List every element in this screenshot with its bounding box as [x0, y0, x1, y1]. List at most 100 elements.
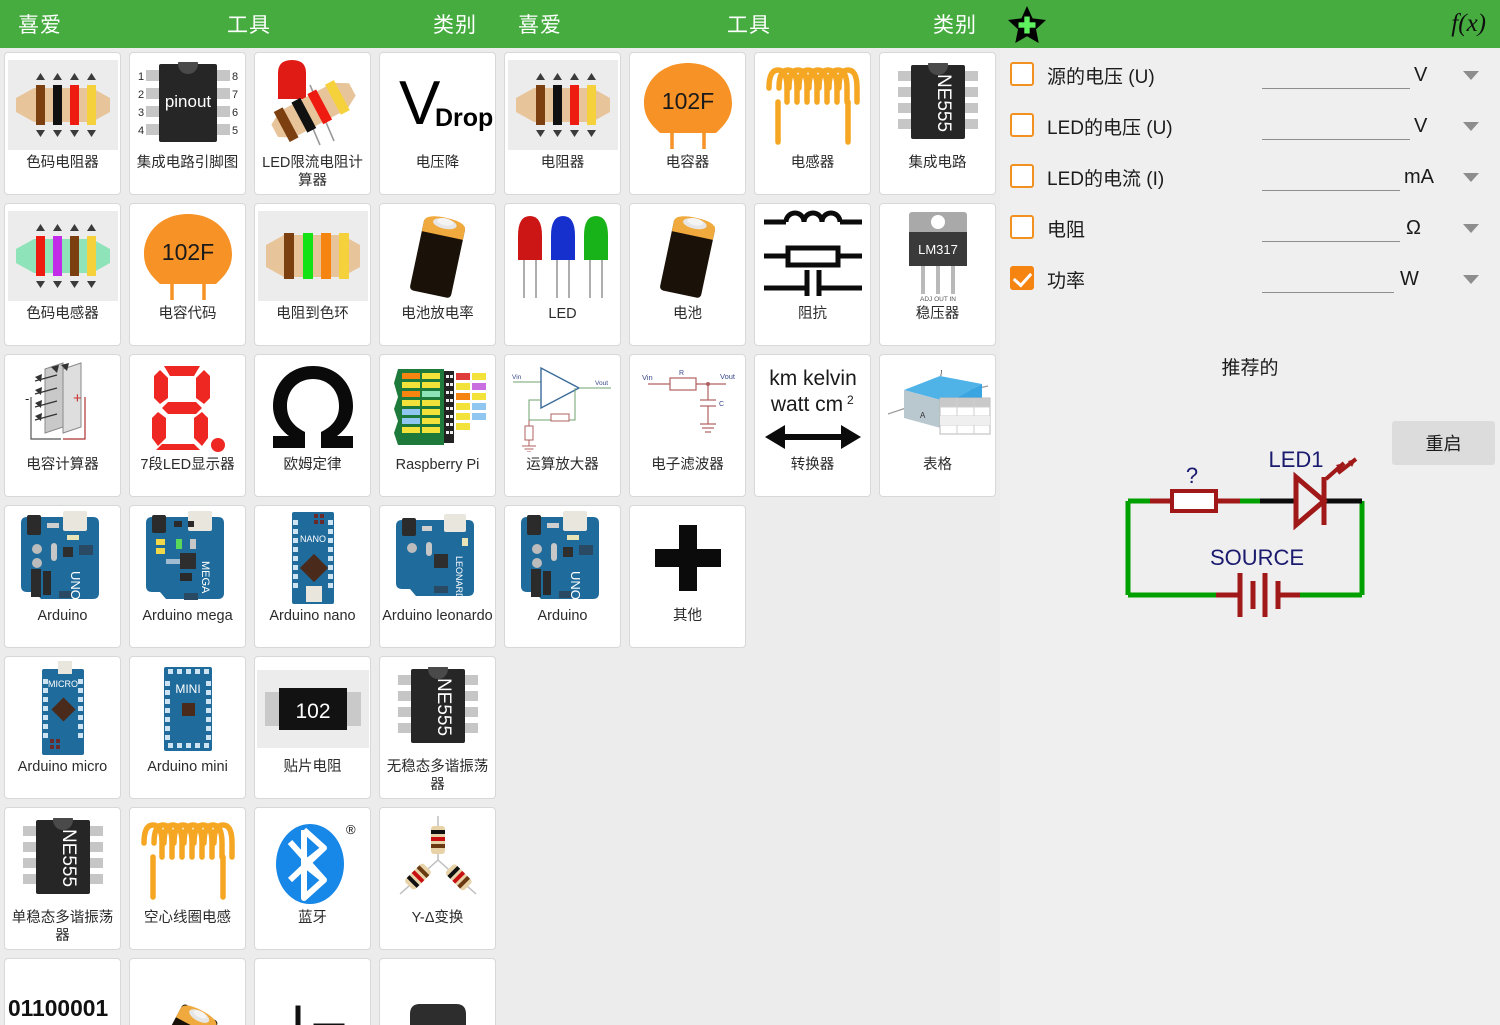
card-seven-segment-display[interactable]: 7段LED显示器	[129, 354, 246, 497]
card-led-resistor-calculator[interactable]: LED限流电阻计算器	[254, 52, 371, 195]
card-arduino-mega[interactable]: MEGA Arduino mega	[129, 505, 246, 648]
input-led-voltage[interactable]	[1262, 113, 1410, 140]
card-arduino-mini[interactable]: MINI Arduino mini	[129, 656, 246, 799]
card-arduino-leonardo[interactable]: LEONARDO Arduino leonardo	[379, 505, 496, 648]
battery-icon	[130, 965, 245, 1025]
impedance-icon	[755, 204, 870, 308]
svg-text:LM317: LM317	[918, 242, 958, 257]
svg-text:3: 3	[138, 107, 144, 119]
card-label: Arduino mega	[142, 608, 233, 624]
card-label: Arduino mini	[147, 759, 228, 775]
card-raspberry-pi[interactable]: Raspberry Pi	[379, 354, 496, 497]
seven-segment-icon	[130, 355, 245, 459]
star-plus-icon[interactable]	[1006, 4, 1048, 46]
card-bluetooth[interactable]: ® 蓝牙	[254, 807, 371, 950]
schematic-icon	[255, 965, 370, 1025]
card-op-amp[interactable]: Vin Vout 运算放大器	[504, 354, 621, 497]
middle-categories-panel: 电阻器 102F 电容器 电感器 NE555 集成电路 LED 电池 阻抗 LM…	[500, 48, 1000, 1025]
inductor-color-code-icon	[5, 204, 120, 308]
card-resistor-color-code[interactable]: 色码电阻器	[4, 52, 121, 195]
card-ohms-law[interactable]: 欧姆定律	[254, 354, 371, 497]
card-binary-converter[interactable]: 01100001 01110011	[4, 958, 121, 1025]
svg-text:A: A	[920, 411, 926, 420]
inductor-icon	[755, 53, 870, 157]
unit-dropdown-led-voltage[interactable]	[1458, 101, 1484, 152]
card-voltage-regulator[interactable]: LM317 ADJ OUT IN 稳压器	[879, 203, 996, 346]
restart-button[interactable]: 重启	[1392, 421, 1495, 465]
checkbox-source-voltage[interactable]	[1010, 62, 1034, 86]
card-led[interactable]: LED	[504, 203, 621, 346]
card-label: 其他	[673, 608, 702, 624]
arduino-mini-icon: MINI	[130, 657, 245, 761]
card-capacitor-code[interactable]: 102F 电容代码	[129, 203, 246, 346]
tab-favorites-left[interactable]: 喜爱	[18, 0, 62, 48]
checkbox-power[interactable]	[1010, 266, 1034, 290]
card-smd-resistor[interactable]: 102 贴片电阻	[254, 656, 371, 799]
arduino-nano-icon: NANO	[255, 506, 370, 610]
card-battery[interactable]: 电池	[629, 203, 746, 346]
card-inductor[interactable]: 电感器	[754, 52, 871, 195]
card-integrated-circuit[interactable]: NE555 集成电路	[879, 52, 996, 195]
card-label: 单稳态多谐振荡器	[11, 910, 114, 944]
input-resistance[interactable]	[1262, 215, 1400, 242]
unit-dropdown-source-voltage[interactable]	[1458, 50, 1484, 101]
checkbox-resistance[interactable]	[1010, 215, 1034, 239]
tab-group-left: 喜爱 工具 类别	[0, 0, 500, 48]
calculator-panel: 源的电压 (U) V LED的电压 (U) V LED的电流 (I) mA 电阻	[1000, 48, 1500, 1025]
unit-dropdown-power[interactable]	[1458, 254, 1484, 305]
card-arduino-nano[interactable]: NANO Arduino nano	[254, 505, 371, 648]
card-inductor-color-code[interactable]: 色码电感器	[4, 203, 121, 346]
function-fx-button[interactable]: f(x)	[1451, 0, 1486, 48]
card-arduino-uno[interactable]: UNO Arduino	[4, 505, 121, 648]
input-source-voltage[interactable]	[1262, 62, 1410, 89]
integrated-circuit-icon: NE555	[880, 53, 995, 157]
unit-dropdown-resistance[interactable]	[1458, 203, 1484, 254]
card-battery-discharge[interactable]: 电池放电率	[379, 203, 496, 346]
card-arduino[interactable]: UNO Arduino	[504, 505, 621, 648]
card-battery-bottom[interactable]	[129, 958, 246, 1025]
card-schematic-bottom[interactable]	[254, 958, 371, 1025]
chip-icon	[380, 965, 495, 1025]
input-led-current[interactable]	[1262, 164, 1400, 191]
card-arduino-micro[interactable]: MICRO Arduino micro	[4, 656, 121, 799]
tab-categories-left[interactable]: 类别	[433, 0, 477, 48]
svg-text:Vout: Vout	[720, 372, 736, 381]
svg-text:NE555: NE555	[933, 74, 954, 132]
arduino-micro-icon: MICRO	[5, 657, 120, 761]
card-ic-pinout[interactable]: 1 2 3 4 8 7 6 5 pinout 集成电路引脚图	[129, 52, 246, 195]
card-label: 欧姆定律	[283, 457, 342, 473]
svg-text:5: 5	[232, 125, 238, 137]
svg-text:km kelvin: km kelvin	[769, 367, 857, 390]
card-table[interactable]: A l 表格	[879, 354, 996, 497]
input-power[interactable]	[1262, 266, 1394, 293]
card-label: 空心线圈电感	[144, 910, 231, 926]
card-other[interactable]: 其他	[629, 505, 746, 648]
svg-text:Drop: Drop	[435, 104, 493, 132]
card-impedance[interactable]: 阻抗	[754, 203, 871, 346]
tab-tools-right[interactable]: 工具	[727, 0, 771, 48]
checkbox-led-current[interactable]	[1010, 164, 1034, 188]
card-astable-multivibrator[interactable]: NE555 无稳态多谐振荡器	[379, 656, 496, 799]
card-converter[interactable]: km kelvin watt cm 2 转换器	[754, 354, 871, 497]
card-resistor[interactable]: 电阻器	[504, 52, 621, 195]
tab-favorites-right[interactable]: 喜爱	[518, 0, 562, 48]
card-chip-bottom[interactable]	[379, 958, 496, 1025]
svg-text:®: ®	[346, 822, 356, 837]
capacitance-calculator-icon: - +	[5, 355, 120, 459]
tab-categories-right[interactable]: 类别	[933, 0, 977, 48]
card-wye-delta-transform[interactable]: Y-Δ变换	[379, 807, 496, 950]
card-capacitor[interactable]: 102F 电容器	[629, 52, 746, 195]
card-voltage-drop[interactable]: V Drop 电压降	[379, 52, 496, 195]
unit-dropdown-led-current[interactable]	[1458, 152, 1484, 203]
led-resistor-icon	[255, 53, 370, 157]
tab-tools-left[interactable]: 工具	[227, 0, 271, 48]
card-resistance-to-bands[interactable]: 电阻到色环	[254, 203, 371, 346]
card-capacitance-calculator[interactable]: - + 电容计算器	[4, 354, 121, 497]
card-electronic-filter[interactable]: Vin Vout R C 电子滤波器	[629, 354, 746, 497]
card-air-core-coil[interactable]: 空心线圈电感	[129, 807, 246, 950]
card-monostable-multivibrator[interactable]: NE555 单稳态多谐振荡器	[4, 807, 121, 950]
resistance-to-bands-icon	[255, 204, 370, 308]
card-label: 表格	[923, 457, 952, 473]
checkbox-led-voltage[interactable]	[1010, 113, 1034, 137]
arduino-uno-icon: UNO	[505, 506, 620, 610]
